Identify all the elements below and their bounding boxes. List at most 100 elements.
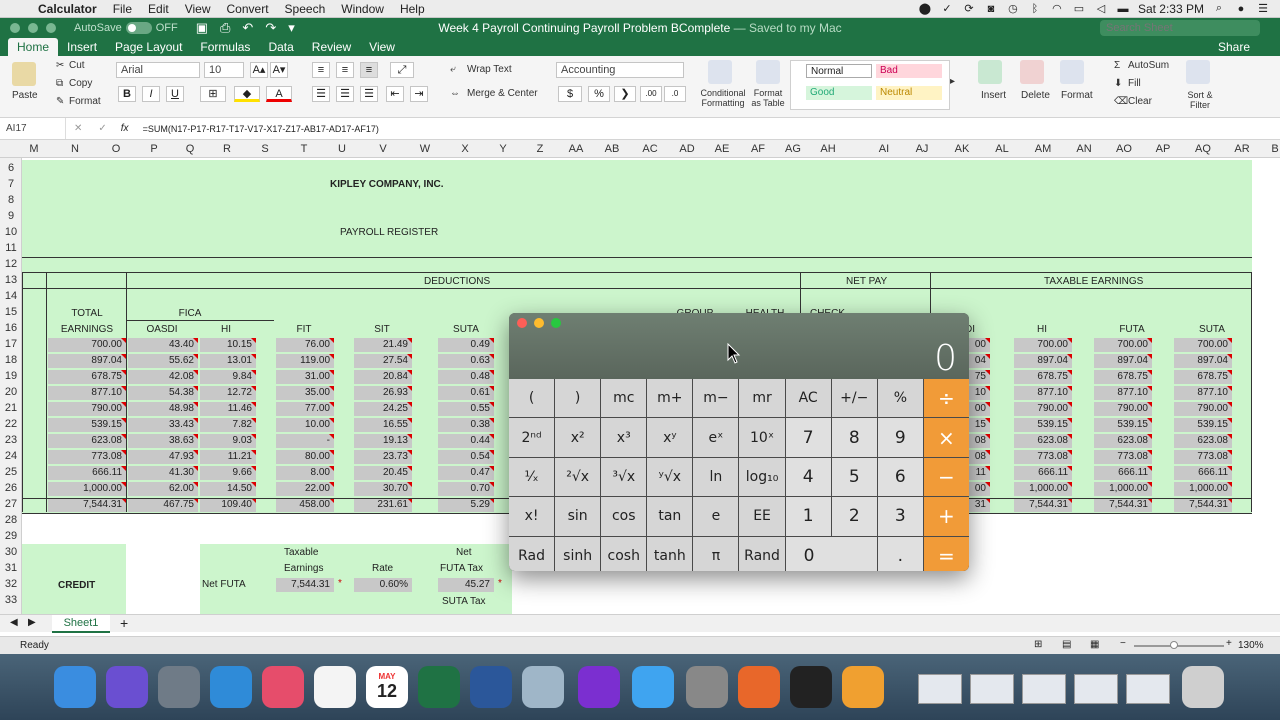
- oasdi-cell[interactable]: 55.62: [128, 354, 198, 368]
- name-box[interactable]: AI17: [0, 118, 66, 139]
- calc-key-e[interactable]: e: [693, 497, 739, 536]
- clear-button[interactable]: Clear: [1128, 96, 1152, 107]
- calc-key-percent[interactable]: %: [877, 379, 923, 418]
- row-header-30[interactable]: 30: [0, 546, 22, 558]
- fill-button[interactable]: Fill: [1128, 78, 1141, 89]
- calc-key-6[interactable]: 6: [877, 457, 923, 497]
- calc-key-e-power-x[interactable]: eˣ: [693, 418, 739, 457]
- row-header-10[interactable]: 10: [0, 226, 22, 238]
- siri-icon[interactable]: [106, 666, 148, 708]
- column-header-am[interactable]: AM: [1025, 140, 1061, 158]
- taxable-hi-cell[interactable]: 773.08: [1014, 450, 1072, 464]
- taxable-suta-cell[interactable]: 666.11: [1174, 466, 1232, 480]
- calc-key-mc[interactable]: mc: [601, 379, 647, 418]
- paste-button[interactable]: Paste: [12, 90, 38, 101]
- autosave-switch[interactable]: [125, 22, 152, 34]
- keychain-icon[interactable]: [790, 666, 832, 708]
- row-header-19[interactable]: 19: [0, 370, 22, 382]
- hi-cell[interactable]: 13.01: [200, 354, 256, 368]
- column-header-ag[interactable]: AG: [775, 140, 811, 158]
- net-futa-tax[interactable]: 45.27: [438, 578, 494, 592]
- currency-button[interactable]: $: [558, 86, 582, 102]
- share-button[interactable]: Share: [1218, 40, 1250, 54]
- row-header-16[interactable]: 16: [0, 322, 22, 334]
- oasdi-cell[interactable]: 467.75: [128, 498, 198, 512]
- zoom-button[interactable]: [46, 23, 56, 33]
- calc-key-tanh[interactable]: tanh: [647, 536, 693, 571]
- total-earnings-cell[interactable]: 1,000.00: [48, 482, 126, 496]
- hi-cell[interactable]: 14.50: [200, 482, 256, 496]
- copy-button[interactable]: Copy: [69, 78, 92, 89]
- taxable-futa-cell[interactable]: 773.08: [1094, 450, 1152, 464]
- wrap-text-icon[interactable]: ⤶: [450, 64, 456, 75]
- minimized-window-thumbnail[interactable]: [1126, 674, 1170, 704]
- row-header-33[interactable]: 33: [0, 594, 22, 606]
- format-painter-button[interactable]: Format: [69, 96, 101, 107]
- column-header-w[interactable]: W: [407, 140, 443, 158]
- suta-cell[interactable]: 0.55: [438, 402, 494, 416]
- calc-key-pi[interactable]: π: [693, 536, 739, 571]
- zoom-level[interactable]: 130%: [1238, 640, 1264, 651]
- minimize-button[interactable]: [28, 23, 38, 33]
- merge-icon[interactable]: ⇔: [450, 88, 460, 99]
- total-earnings-cell[interactable]: 678.75: [48, 370, 126, 384]
- row-header-29[interactable]: 29: [0, 530, 22, 542]
- insert-cells-button[interactable]: Insert: [981, 90, 1006, 101]
- decrease-indent-icon[interactable]: ⇤: [386, 86, 404, 102]
- column-header-t[interactable]: T: [286, 140, 322, 158]
- calc-key-ln[interactable]: ln: [693, 457, 739, 497]
- row-header-6[interactable]: 6: [0, 162, 22, 174]
- taxable-suta-cell[interactable]: 897.04: [1174, 354, 1232, 368]
- hi-cell[interactable]: 11.46: [200, 402, 256, 416]
- calc-key-square-root[interactable]: ²√x: [555, 457, 601, 497]
- font-name-select[interactable]: Arial: [116, 62, 200, 78]
- shrink-font-icon[interactable]: A▾: [270, 62, 288, 78]
- conditional-formatting-icon[interactable]: [708, 60, 732, 84]
- styles-more-icon[interactable]: ▸: [950, 76, 955, 87]
- row-header-32[interactable]: 32: [0, 578, 22, 590]
- sort-filter-icon[interactable]: [1186, 60, 1210, 84]
- calc-key-x-power-y[interactable]: xʸ: [647, 418, 693, 457]
- comma-button[interactable]: ❯: [614, 86, 636, 102]
- fit-cell[interactable]: 119.00: [276, 354, 334, 368]
- oasdi-cell[interactable]: 62.00: [128, 482, 198, 496]
- notification-icon[interactable]: ☰: [1256, 3, 1270, 15]
- calc-key-tan[interactable]: tan: [647, 497, 693, 536]
- delete-cells-button[interactable]: Delete: [1021, 90, 1050, 101]
- search-sheet-input[interactable]: [1100, 20, 1260, 36]
- fit-cell[interactable]: 76.00: [276, 338, 334, 352]
- zoom-slider-thumb[interactable]: [1170, 641, 1178, 649]
- check-icon[interactable]: ✓: [940, 3, 954, 15]
- italic-button[interactable]: I: [142, 86, 160, 102]
- calc-key-plus-minus[interactable]: +/−: [831, 379, 877, 418]
- fit-cell[interactable]: 22.00: [276, 482, 334, 496]
- column-header-r[interactable]: R: [209, 140, 245, 158]
- hi-cell[interactable]: 7.82: [200, 418, 256, 432]
- calc-key-x-squared[interactable]: x²: [555, 418, 601, 457]
- row-header-15[interactable]: 15: [0, 306, 22, 318]
- menu-window[interactable]: Window: [333, 2, 392, 16]
- orientation-icon[interactable]: ⤢: [390, 62, 414, 78]
- style-normal[interactable]: Normal: [806, 64, 872, 78]
- fit-cell[interactable]: -: [276, 434, 334, 448]
- calc-key-3[interactable]: 3: [877, 497, 923, 536]
- menu-help[interactable]: Help: [392, 2, 433, 16]
- wifi-icon[interactable]: ◠: [1050, 3, 1064, 15]
- column-header-b[interactable]: B: [1257, 140, 1280, 158]
- column-header-p[interactable]: P: [136, 140, 172, 158]
- launchpad-icon[interactable]: [158, 666, 200, 708]
- total-earnings-cell[interactable]: 7,544.31: [48, 498, 126, 512]
- tab-formulas[interactable]: Formulas: [191, 38, 259, 56]
- menu-edit[interactable]: Edit: [140, 2, 177, 16]
- copy-icon[interactable]: ⧉: [56, 78, 63, 89]
- taxable-hi-cell[interactable]: 897.04: [1014, 354, 1072, 368]
- calc-key-m-minus[interactable]: m−: [693, 379, 739, 418]
- menu-file[interactable]: File: [105, 2, 140, 16]
- sit-cell[interactable]: 19.13: [354, 434, 412, 448]
- bluetooth-icon[interactable]: ᛒ: [1028, 3, 1042, 15]
- bold-button[interactable]: B: [118, 86, 136, 102]
- increase-decimal-icon[interactable]: .00: [640, 86, 662, 102]
- column-header-af[interactable]: AF: [740, 140, 776, 158]
- hi-cell[interactable]: 12.72: [200, 386, 256, 400]
- row-header-23[interactable]: 23: [0, 434, 22, 446]
